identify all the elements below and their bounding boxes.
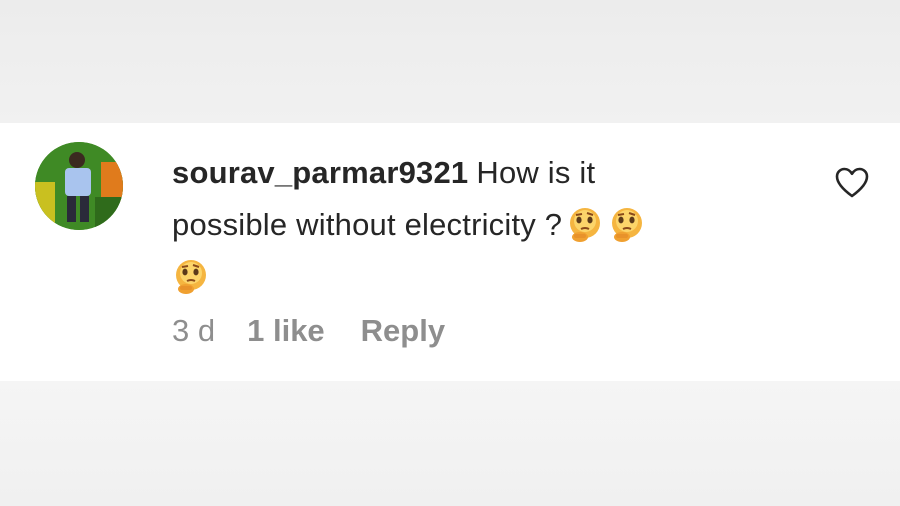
avatar[interactable] xyxy=(35,142,123,230)
comment-meta: 3 d 1 like Reply xyxy=(172,313,445,349)
comment-likes-link[interactable]: 1 like xyxy=(247,313,325,349)
background-top xyxy=(0,0,900,123)
thinking-face-icon xyxy=(566,206,604,244)
thinking-face-icon xyxy=(172,258,210,296)
heart-icon[interactable] xyxy=(835,167,869,199)
comment-text: sourav_parmar9321 How is it possible with… xyxy=(172,147,772,303)
reply-button[interactable]: Reply xyxy=(361,313,445,349)
comment-text-line2: possible without electricity ? xyxy=(172,207,563,242)
comment-card: sourav_parmar9321 How is it possible with… xyxy=(0,123,900,381)
background-bottom xyxy=(0,381,900,506)
comment-text-line1: How is it xyxy=(476,155,596,190)
thinking-face-icon xyxy=(608,206,646,244)
comment-username[interactable]: sourav_parmar9321 xyxy=(172,155,468,190)
comment-age: 3 d xyxy=(172,313,216,348)
